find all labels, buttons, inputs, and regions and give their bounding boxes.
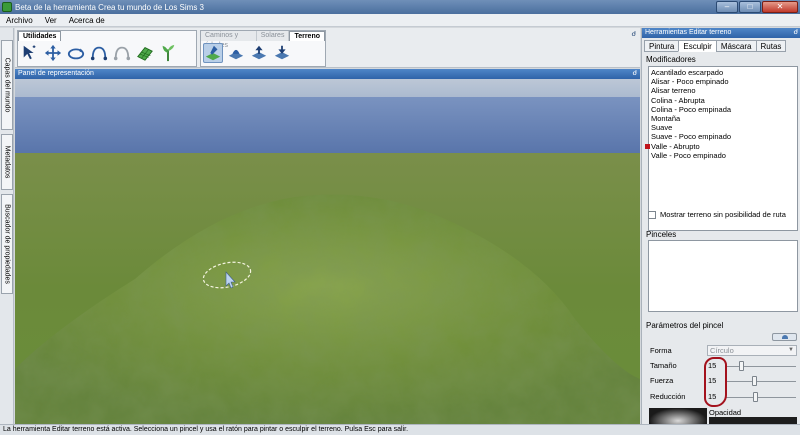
modifier-item[interactable]: Suave - Poco empinado <box>651 132 795 141</box>
opacity-label: Opacidad <box>709 408 742 417</box>
terrain-paint-tool[interactable] <box>203 43 223 63</box>
menu-ver[interactable]: Ver <box>45 16 57 25</box>
terrain-sculpt-icon <box>228 49 244 60</box>
viewport-title: Panel de representación <box>18 70 94 77</box>
shape-label: Forma <box>650 346 672 355</box>
tab-terreno[interactable]: Terreno <box>289 31 325 41</box>
toolbar-pin-icon[interactable]: ᑯ <box>632 30 636 38</box>
terrain-tools-panel: Herramientas Editar terreno ᑯ Pintura Es… <box>641 28 800 424</box>
terrain-group: Caminos y árboles Solares Terreno <box>200 30 326 67</box>
modifier-item[interactable]: Valle - Abrupto <box>645 142 795 151</box>
menu-bar: Archivo Ver Acerca de <box>0 14 800 27</box>
green-grid-icon <box>137 47 153 61</box>
strength-slider-thumb[interactable] <box>752 376 757 386</box>
strength-label: Fuerza <box>650 376 674 385</box>
strength-slider[interactable] <box>726 376 796 386</box>
arc-tool[interactable] <box>89 43 109 63</box>
terrain-raise-icon <box>251 45 267 60</box>
strength-slider-track <box>726 381 796 382</box>
plant-icon <box>162 44 175 62</box>
tab-rutas[interactable]: Rutas <box>755 40 787 52</box>
modifier-item[interactable]: Colina - Abrupta <box>651 96 795 105</box>
terrain-scene <box>15 79 640 424</box>
terrain-brush-icon <box>205 45 221 61</box>
app-icon <box>2 2 12 12</box>
minimize-button[interactable]: – <box>716 1 738 13</box>
utilities-group: Utilidades <box>17 30 197 67</box>
render-viewport[interactable] <box>15 79 640 424</box>
tab-esculpir[interactable]: Esculpir <box>678 40 717 52</box>
move-arrows-icon <box>44 44 62 62</box>
close-button[interactable]: ✕ <box>762 1 798 13</box>
viewport-pin-icon[interactable]: ᑯ <box>633 69 637 79</box>
tab-caminos-arboles[interactable]: Caminos y árboles <box>201 31 257 49</box>
size-slider-thumb[interactable] <box>739 361 744 371</box>
modifier-item[interactable]: Colina - Poco empinada <box>651 105 795 114</box>
tab-mascara[interactable]: Máscara <box>715 40 757 52</box>
window-title-bar: Beta de la herramienta Crea tu mundo de … <box>0 0 800 14</box>
modifier-item[interactable]: Alisar - Poco empinado <box>651 77 795 86</box>
status-bar: La herramienta Editar terreno está activ… <box>0 424 800 435</box>
size-slider-track <box>726 366 796 367</box>
falloff-slider[interactable] <box>726 392 796 402</box>
falloff-slider-track <box>726 397 796 398</box>
terrain-flatten-tool[interactable] <box>272 43 292 63</box>
panel-pin-icon[interactable]: ᑯ <box>794 28 798 38</box>
shape-select[interactable]: Círculo ▼ <box>707 345 797 356</box>
arc-link-disabled-icon <box>113 46 131 61</box>
panel-header: Herramientas Editar terreno ᑯ <box>642 28 800 38</box>
brush-params-label: Parámetros del pincel <box>646 321 724 330</box>
plant-tool[interactable] <box>158 43 178 63</box>
modifier-item[interactable]: Acantilado escarpado <box>651 68 795 77</box>
brush-preview <box>649 408 707 424</box>
collapse-button[interactable] <box>772 333 797 341</box>
arc-disabled-tool[interactable] <box>112 43 132 63</box>
rotate-icon <box>67 48 85 60</box>
tab-solares[interactable]: Solares <box>256 31 290 41</box>
window-title: Beta de la herramienta Crea tu mundo de … <box>15 2 204 12</box>
select-arrow-icon <box>23 45 36 60</box>
left-side-tabs: Capas del mundo Metadatos Buscador de pr… <box>0 28 14 424</box>
modifiers-list[interactable]: Acantilado escarpado Alisar - Poco empina… <box>645 66 798 231</box>
side-tab-world-layers[interactable]: Capas del mundo <box>1 40 13 130</box>
modifier-item[interactable]: Alisar terreno <box>651 86 795 95</box>
select-arrow-tool[interactable] <box>20 43 40 63</box>
terrain-sculpt-tool[interactable] <box>226 43 246 63</box>
viewport-header: Panel de representación ᑯ <box>15 69 640 79</box>
side-tab-property-finder[interactable]: Buscador de propiedades <box>1 194 13 294</box>
modifier-item[interactable]: Valle - Poco empinado <box>651 151 795 160</box>
panel-tabs: Pintura Esculpir Máscara Rutas <box>644 40 787 52</box>
red-annotation-circle <box>704 357 727 407</box>
falloff-label: Reducción <box>650 392 686 401</box>
collapse-icon <box>782 335 788 339</box>
modifier-item[interactable]: Suave <box>651 123 795 132</box>
size-slider[interactable] <box>726 361 796 371</box>
move-tool[interactable] <box>43 43 63 63</box>
route-checkbox-row[interactable]: Mostrar terreno sin posibilidad de ruta <box>648 210 786 219</box>
route-checkbox-label: Mostrar terreno sin posibilidad de ruta <box>660 210 786 219</box>
tab-utilidades[interactable]: Utilidades <box>18 31 62 41</box>
chevron-down-icon: ▼ <box>788 347 794 353</box>
menu-acerca-de[interactable]: Acerca de <box>69 16 105 25</box>
route-checkbox[interactable] <box>648 210 656 219</box>
brushes-label: Pinceles <box>646 230 677 239</box>
terrain-flatten-icon <box>274 45 290 60</box>
menu-archivo[interactable]: Archivo <box>6 16 33 25</box>
opacity-bar[interactable] <box>709 417 797 424</box>
terrain-raise-tool[interactable] <box>249 43 269 63</box>
brushes-list[interactable] <box>648 240 798 312</box>
modifier-item[interactable]: Montaña <box>651 114 795 123</box>
tab-pintura[interactable]: Pintura <box>644 40 680 52</box>
toolbar: Utilidades Caminos y Solares Terreno ᑯ <box>15 28 640 68</box>
panel-title: Herramientas Editar terreno <box>645 29 732 36</box>
modifiers-label: Modificadores <box>646 55 696 64</box>
arc-link-icon <box>90 46 108 61</box>
grid-tool[interactable] <box>135 43 155 63</box>
side-tab-metadata[interactable]: Metadatos <box>1 134 13 190</box>
size-label: Tamaño <box>650 361 677 370</box>
maximize-button[interactable]: □ <box>739 1 761 13</box>
selected-marker-icon <box>645 143 650 149</box>
rotate-tool[interactable] <box>66 43 86 63</box>
falloff-slider-thumb[interactable] <box>753 392 758 402</box>
